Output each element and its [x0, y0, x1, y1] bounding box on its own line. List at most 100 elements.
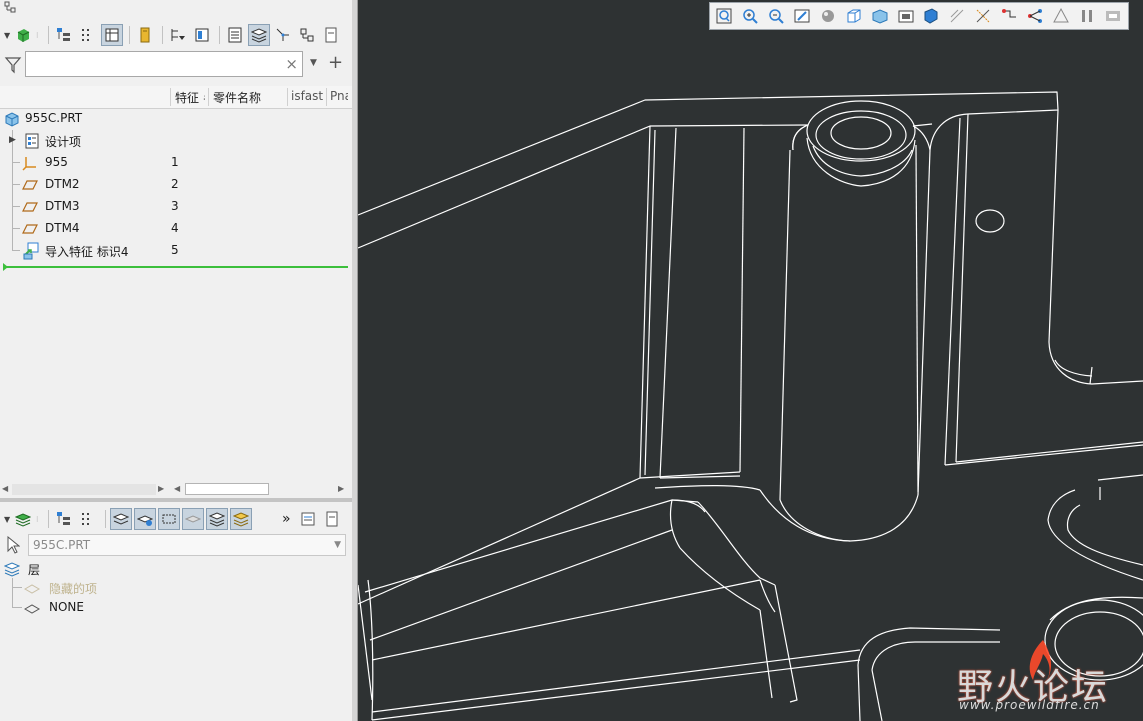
model-tree-tab-icon[interactable]	[3, 0, 17, 14]
tree-item-label: 设计项	[45, 135, 82, 149]
layer-item-label: NONE	[49, 600, 84, 614]
section-icon[interactable]	[921, 5, 943, 27]
model-tree: 955C.PRT ▶ 设计项 955 1 DTM2 2 DTM3 3 DTM4 …	[0, 108, 352, 488]
saved-orientations-icon[interactable]	[843, 5, 865, 27]
tree-item-label: DTM3	[45, 199, 80, 213]
layer-icon	[23, 601, 41, 618]
tree-expand-icon[interactable]	[53, 508, 75, 530]
filter-tree-icon[interactable]	[167, 24, 189, 46]
layer-properties-icon[interactable]	[206, 508, 228, 530]
datum-display-icon[interactable]	[946, 5, 968, 27]
tree-item-label: DTM2	[45, 177, 80, 191]
tree-item-label: DTM4	[45, 221, 80, 235]
forum-watermark-logo: 野火论坛 www.proewildfire.cn	[955, 636, 1140, 716]
layer-icon	[23, 581, 41, 598]
refit-icon[interactable]	[713, 5, 735, 27]
chevron-down-icon[interactable]: ▼	[310, 58, 317, 68]
tree-item-label: 955C.PRT	[25, 111, 83, 125]
tree-item-label: 955	[45, 155, 68, 169]
list-view-icon[interactable]	[224, 24, 246, 46]
close-icon[interactable]: ×	[285, 55, 298, 73]
tree-expand-icon[interactable]	[53, 24, 75, 46]
view-manager-icon[interactable]	[869, 5, 891, 27]
axis-display-icon[interactable]	[972, 5, 994, 27]
navigator-panel: ▼ ⁝ × ▼ + 特征 # 零件名称 i	[0, 0, 353, 721]
search-input[interactable]: ×	[25, 51, 303, 77]
filter-funnel-icon[interactable]	[4, 56, 22, 77]
expand-arrow-icon[interactable]: ▶	[9, 135, 16, 145]
tree-item-dtm2[interactable]: DTM2 2	[0, 174, 348, 196]
feature-number: 3	[171, 199, 179, 213]
column-header-part-name[interactable]: 零件名称	[213, 89, 285, 106]
display-style-icon[interactable]	[817, 5, 839, 27]
zoom-in-icon[interactable]	[739, 5, 761, 27]
structure-icon[interactable]	[296, 24, 318, 46]
tree-item-label: 导入特征 标识4	[45, 245, 129, 259]
insert-here-marker[interactable]	[4, 266, 348, 268]
properties-icon[interactable]	[320, 24, 342, 46]
layer-root-row[interactable]: 层	[0, 558, 348, 580]
tree-item-dtm4[interactable]: DTM4 4	[0, 218, 348, 240]
layers-icon[interactable]	[12, 508, 34, 530]
scroll-right-arrow[interactable]: ▶	[158, 484, 164, 493]
scroll-right-arrow[interactable]: ▶	[338, 484, 344, 493]
active-model-value: 955C.PRT	[33, 538, 91, 552]
csys-display-icon[interactable]	[1024, 5, 1046, 27]
point-display-icon[interactable]	[998, 5, 1020, 27]
layer-root-label: 层	[28, 563, 41, 577]
add-icon[interactable]: +	[328, 52, 343, 74]
tree-columns-icon[interactable]	[77, 24, 99, 46]
layer-info-icon[interactable]	[297, 508, 319, 530]
tree-column-header: 特征 # 零件名称 isfast Pna	[0, 86, 352, 109]
tree-horizontal-scroll: ◀ ▶ ◀ ▶	[0, 481, 352, 498]
chevron-down-icon[interactable]: ▼	[334, 540, 341, 550]
properties-icon[interactable]	[321, 508, 343, 530]
show-columns-icon[interactable]	[191, 24, 213, 46]
layer-isolate-icon[interactable]	[158, 508, 180, 530]
repaint-icon[interactable]	[791, 5, 813, 27]
watermark-url: www.proewildfire.cn	[959, 698, 1100, 712]
pause-icon[interactable]	[1076, 5, 1098, 27]
part-icon	[4, 111, 20, 130]
settings-book-icon[interactable]	[134, 24, 156, 46]
layer-show-icon[interactable]	[110, 508, 132, 530]
tree-view-toggle-icon[interactable]	[101, 24, 123, 46]
graphics-viewport[interactable]: 野火论坛 www.proewildfire.cn	[358, 0, 1143, 721]
scrollbar-track-left[interactable]	[12, 484, 156, 495]
layer-item-hidden[interactable]: 隐藏的项	[0, 578, 348, 598]
datum-plane-icon	[22, 177, 38, 196]
tree-item-design-items[interactable]: ▶ 设计项	[0, 130, 348, 152]
column-header-feature-id[interactable]: 特征 #	[175, 89, 205, 106]
annotation-display-icon[interactable]	[1050, 5, 1072, 27]
tree-item-root-part[interactable]: 955C.PRT	[0, 108, 348, 130]
filter-row: × ▼ +	[0, 50, 352, 82]
layer-edit-icon[interactable]	[230, 508, 252, 530]
column-header-pna[interactable]: Pna	[330, 89, 348, 103]
layer-tree-panel: ▼ ⁝ » 955C.PRT ▼ 层 隐藏的项 NONE	[0, 502, 352, 721]
layer-new-icon[interactable]	[182, 508, 204, 530]
scrollbar-thumb[interactable]	[185, 483, 269, 495]
layer-hide-icon[interactable]	[134, 508, 156, 530]
column-header-isfast[interactable]: isfast	[291, 89, 325, 103]
chevron-down-icon[interactable]: ▼	[4, 515, 12, 524]
select-arrow-icon[interactable]	[6, 535, 21, 557]
more-tools-button[interactable]: »	[282, 511, 291, 527]
active-model-select[interactable]: 955C.PRT ▼	[28, 534, 346, 556]
tree-columns-icon[interactable]	[77, 508, 99, 530]
chevron-down-icon[interactable]: ▼	[4, 31, 12, 40]
model-tree-toolbar: ▼ ⁝	[4, 20, 344, 50]
tree-item-import-feature[interactable]: 导入特征 标识4 5	[0, 240, 348, 262]
scroll-left-arrow[interactable]: ◀	[174, 484, 180, 493]
tree-item-csys-955[interactable]: 955 1	[0, 152, 348, 174]
zoom-out-icon[interactable]	[765, 5, 787, 27]
feature-number: 5	[171, 243, 179, 257]
layer-view-icon[interactable]	[248, 24, 270, 46]
layer-item-label: 隐藏的项	[49, 582, 98, 596]
perspective-icon[interactable]	[895, 5, 917, 27]
spin-center-icon[interactable]	[1102, 5, 1124, 27]
tree-item-dtm3[interactable]: DTM3 3	[0, 196, 348, 218]
layer-item-none[interactable]: NONE	[0, 598, 348, 618]
part-cube-icon[interactable]	[12, 24, 34, 46]
flow-icon[interactable]	[272, 24, 294, 46]
scroll-left-arrow[interactable]: ◀	[2, 484, 8, 493]
